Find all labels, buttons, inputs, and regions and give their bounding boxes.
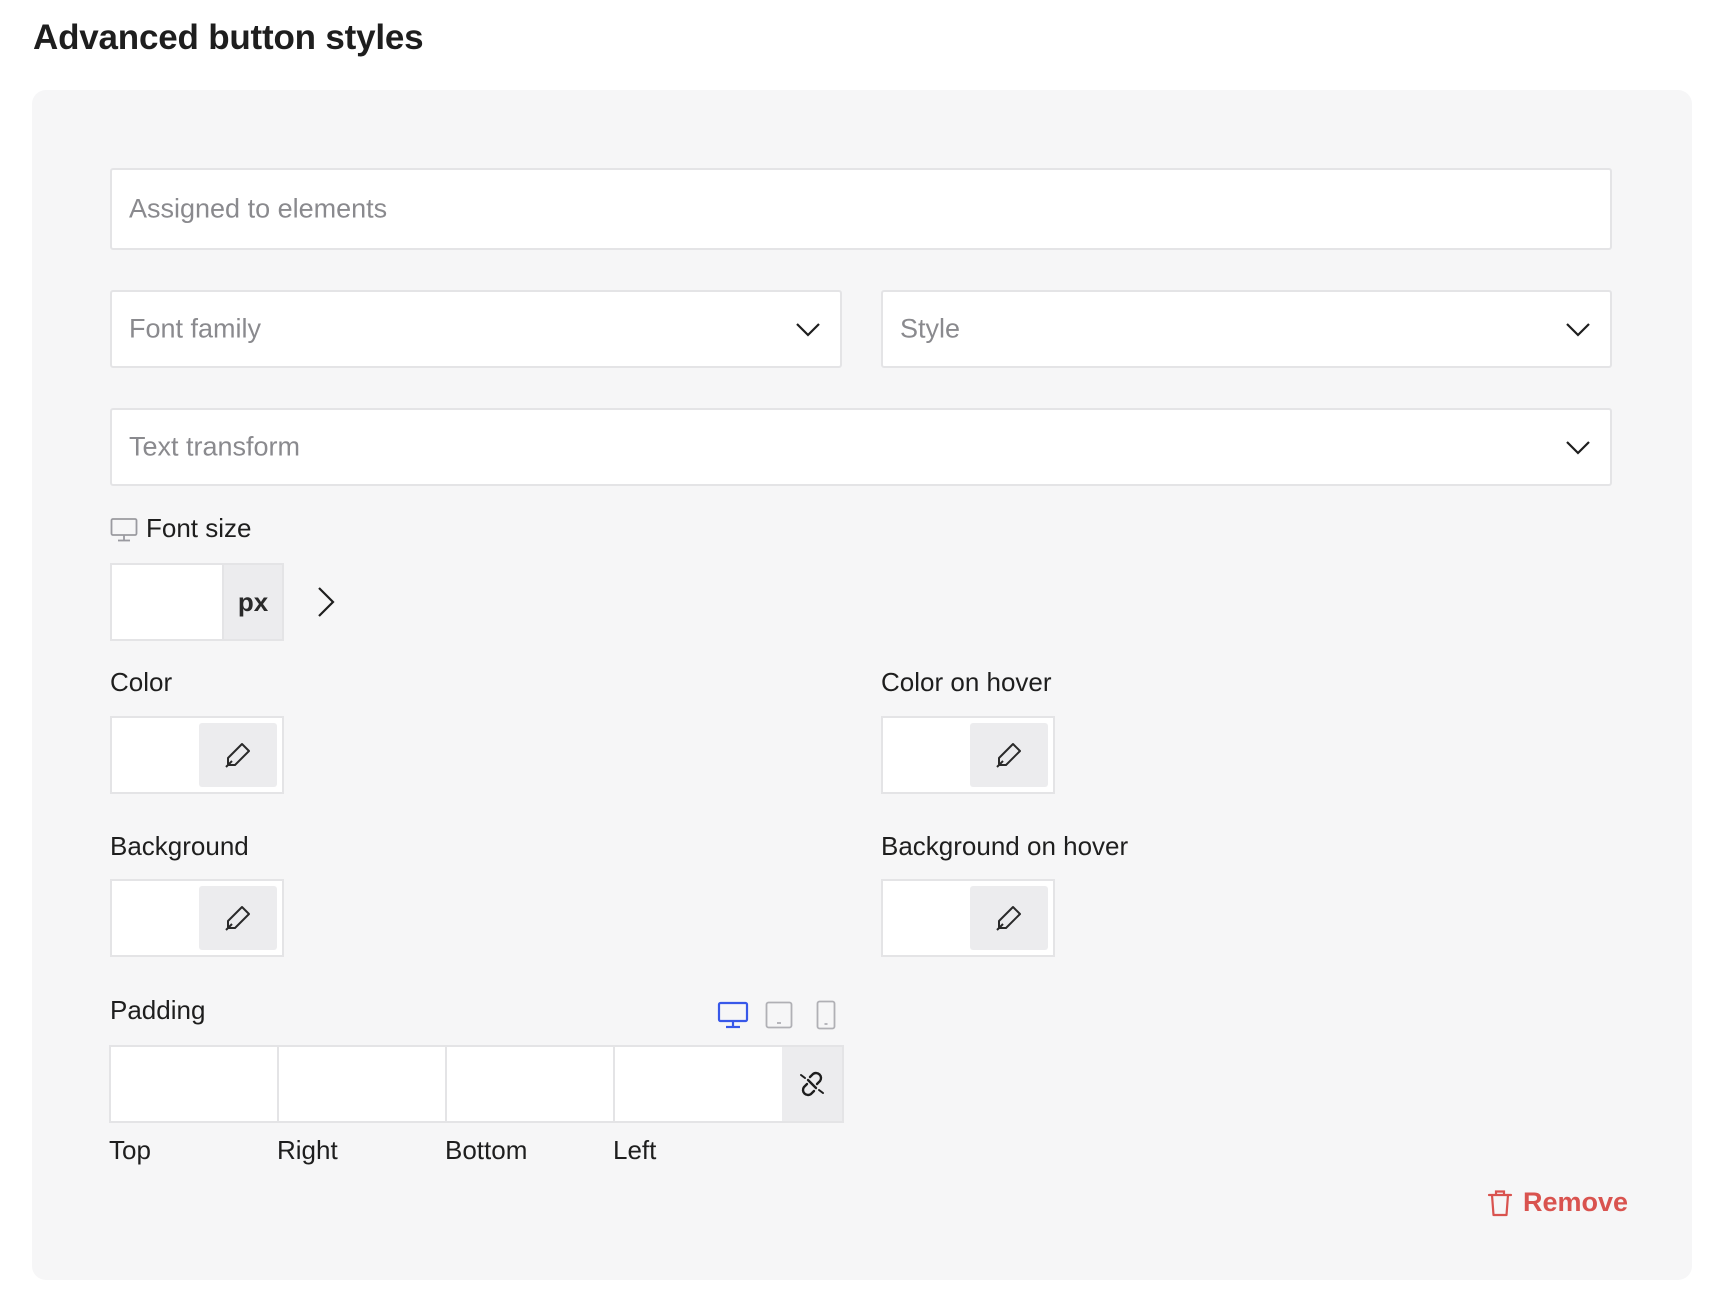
desktop-icon[interactable] bbox=[110, 517, 138, 543]
trash-icon bbox=[1487, 1189, 1513, 1216]
background-hover-input[interactable] bbox=[881, 879, 1055, 957]
chevron-down-icon bbox=[1566, 323, 1590, 337]
remove-button[interactable]: Remove bbox=[1487, 1187, 1628, 1218]
padding-label: Padding bbox=[110, 995, 206, 1025]
text-transform-placeholder: Text transform bbox=[129, 431, 301, 462]
padding-bottom-label: Bottom bbox=[445, 1135, 528, 1165]
mobile-icon[interactable] bbox=[815, 1000, 837, 1030]
padding-top-label: Top bbox=[109, 1135, 151, 1165]
background-picker-button[interactable] bbox=[199, 886, 277, 950]
color-picker-button[interactable] bbox=[199, 723, 277, 787]
font-family-placeholder: Font family bbox=[129, 313, 262, 344]
color-hover-label: Color on hover bbox=[881, 667, 1052, 697]
background-label: Background bbox=[110, 831, 249, 861]
assigned-elements-input[interactable]: Assigned to elements bbox=[110, 168, 1612, 250]
remove-label: Remove bbox=[1522, 1187, 1628, 1217]
color-hover-picker-button[interactable] bbox=[970, 723, 1048, 787]
eyedropper-icon bbox=[225, 743, 250, 768]
chevron-down-icon bbox=[796, 323, 820, 337]
padding-left-input[interactable] bbox=[615, 1047, 784, 1121]
chevron-right-icon[interactable] bbox=[314, 585, 338, 619]
color-input[interactable] bbox=[110, 716, 284, 794]
font-family-select[interactable]: Font family bbox=[110, 290, 842, 368]
padding-left-label: Left bbox=[613, 1135, 657, 1165]
unlink-icon bbox=[800, 1071, 824, 1097]
padding-link-button[interactable] bbox=[782, 1047, 842, 1121]
padding-bottom-input[interactable] bbox=[447, 1047, 615, 1121]
text-transform-select[interactable]: Text transform bbox=[110, 408, 1612, 486]
font-size-unit[interactable]: px bbox=[222, 565, 282, 639]
color-hover-input[interactable] bbox=[881, 716, 1055, 794]
style-select[interactable]: Style bbox=[881, 290, 1612, 368]
font-size-input[interactable]: px bbox=[110, 563, 284, 641]
background-input[interactable] bbox=[110, 879, 284, 957]
padding-right-label: Right bbox=[277, 1135, 338, 1165]
font-size-label: Font size bbox=[146, 513, 252, 543]
padding-right-input[interactable] bbox=[279, 1047, 447, 1121]
eyedropper-icon bbox=[225, 906, 250, 931]
chevron-down-icon bbox=[1566, 441, 1590, 455]
eyedropper-icon bbox=[996, 743, 1021, 768]
style-placeholder: Style bbox=[900, 313, 961, 344]
tablet-icon[interactable] bbox=[764, 1000, 794, 1030]
background-hover-label: Background on hover bbox=[881, 831, 1129, 861]
page-title: Advanced button styles bbox=[33, 18, 424, 57]
desktop-icon[interactable] bbox=[717, 1000, 749, 1030]
assigned-elements-placeholder: Assigned to elements bbox=[129, 193, 388, 224]
background-hover-picker-button[interactable] bbox=[970, 886, 1048, 950]
padding-top-input[interactable] bbox=[111, 1047, 279, 1121]
padding-inputs bbox=[109, 1045, 844, 1123]
eyedropper-icon bbox=[996, 906, 1021, 931]
color-label: Color bbox=[110, 667, 173, 697]
